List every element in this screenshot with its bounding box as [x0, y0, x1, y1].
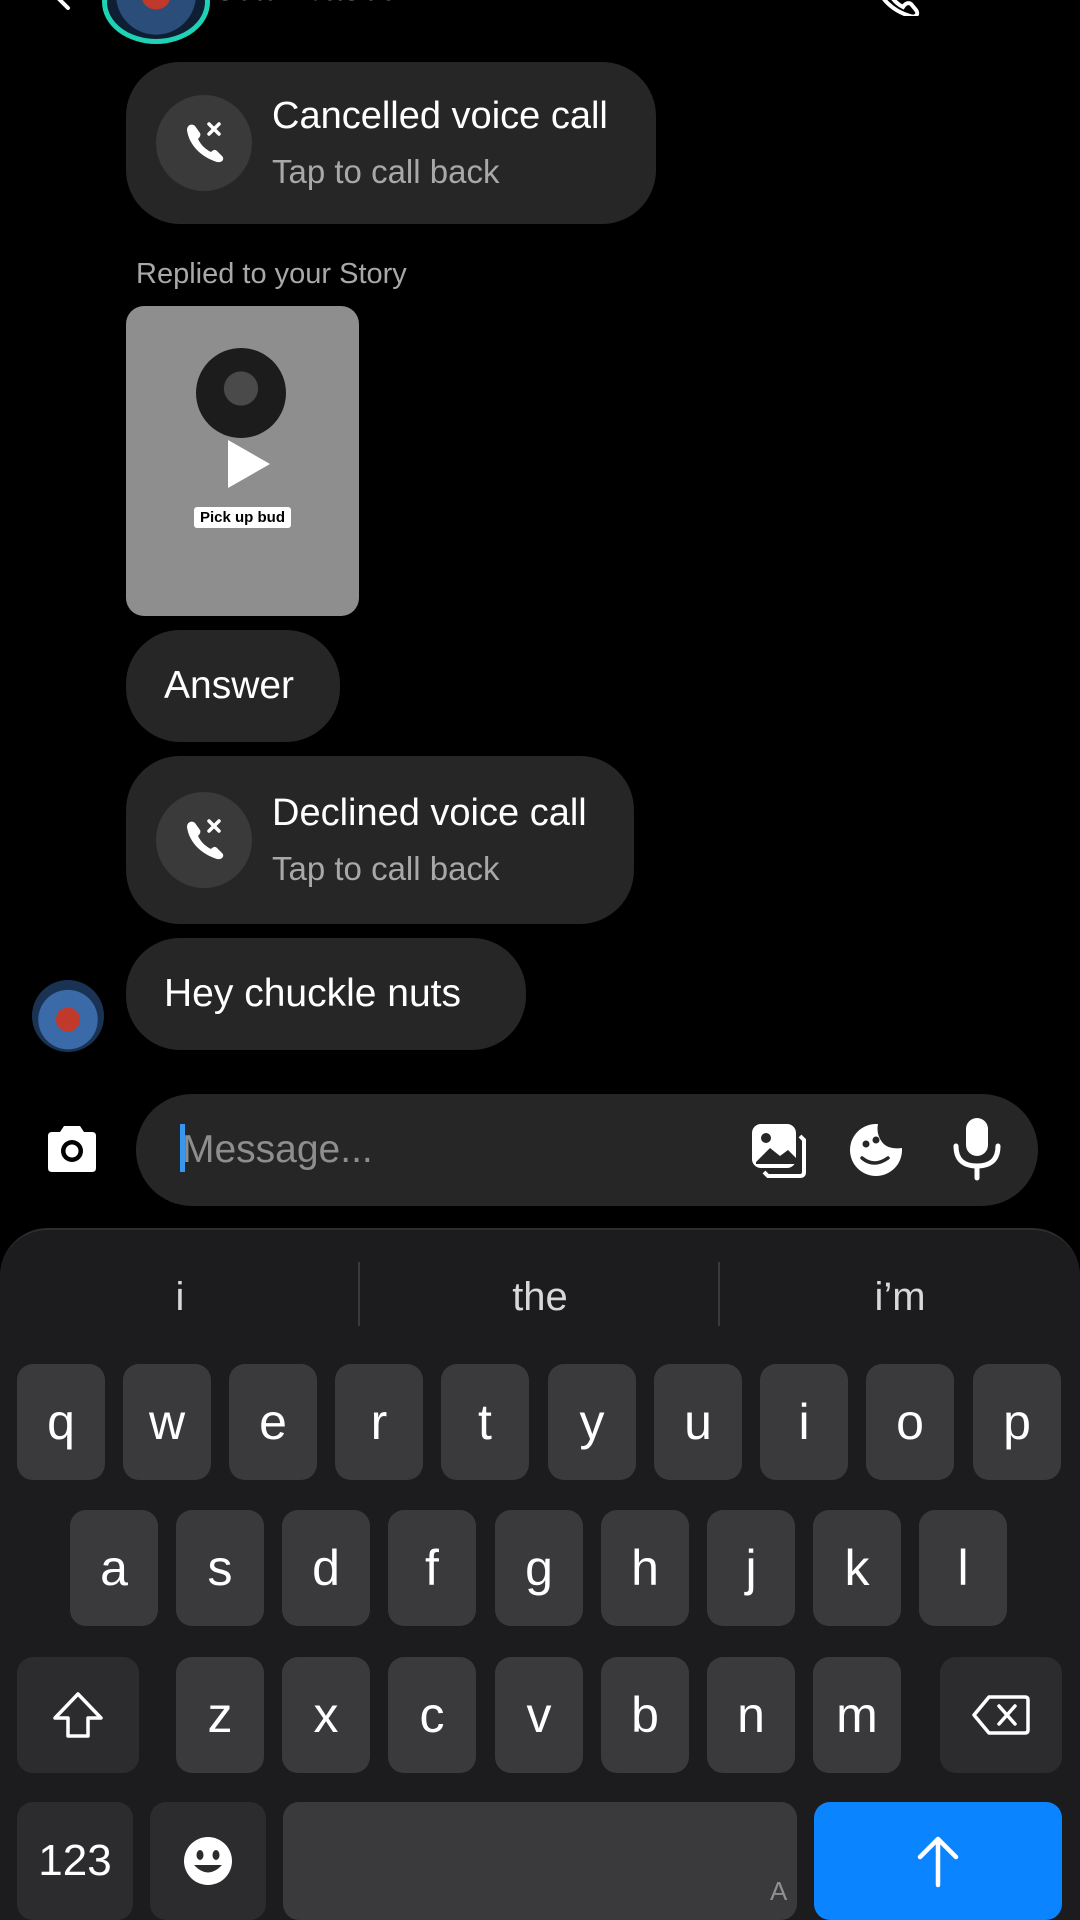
key-n[interactable]: n [707, 1657, 795, 1773]
key-l[interactable]: l [919, 1510, 1007, 1626]
story-caption: Pick up bud [194, 507, 292, 528]
back-arrow-icon[interactable] [40, 0, 80, 12]
suggestion-3[interactable]: i’m [760, 1262, 1040, 1332]
numbers-key[interactable]: 123 [17, 1802, 133, 1920]
key-q[interactable]: q [17, 1364, 105, 1480]
key-u[interactable]: u [654, 1364, 742, 1480]
emoji-icon [184, 1837, 232, 1885]
message-input[interactable] [182, 1122, 722, 1178]
key-o[interactable]: o [866, 1364, 954, 1480]
call-subtitle: Tap to call back [272, 850, 500, 887]
play-icon [228, 440, 270, 488]
cancelled-call-bubble[interactable]: Cancelled voice call Tap to call back [126, 62, 656, 224]
key-b[interactable]: b [601, 1657, 689, 1773]
message-text: Hey chuckle nuts [164, 972, 461, 1015]
missed-call-icon [156, 95, 252, 191]
story-thumbnail[interactable]: Pick up bud [126, 306, 359, 616]
backspace-key[interactable] [940, 1657, 1062, 1773]
key-h[interactable]: h [601, 1510, 689, 1626]
message-bubble-answer[interactable]: Answer [126, 630, 340, 742]
gallery-icon[interactable] [748, 1120, 808, 1180]
call-title: Declined voice call [272, 792, 587, 834]
key-x[interactable]: x [282, 1657, 370, 1773]
shift-key[interactable] [17, 1657, 139, 1773]
microphone-icon[interactable] [950, 1116, 1004, 1182]
sender-avatar[interactable] [32, 980, 104, 1052]
key-c[interactable]: c [388, 1657, 476, 1773]
key-s[interactable]: s [176, 1510, 264, 1626]
key-m[interactable]: m [813, 1657, 901, 1773]
key-a[interactable]: a [70, 1510, 158, 1626]
space-key[interactable] [283, 1802, 797, 1920]
declined-call-bubble[interactable]: Declined voice call Tap to call back [126, 756, 634, 924]
suggestion-divider [358, 1262, 360, 1326]
key-d[interactable]: d [282, 1510, 370, 1626]
suggestion-divider [718, 1262, 720, 1326]
key-f[interactable]: f [388, 1510, 476, 1626]
key-w[interactable]: w [123, 1364, 211, 1480]
suggestion-1[interactable]: i [40, 1262, 320, 1332]
arrow-up-icon [917, 1836, 959, 1888]
send-key[interactable] [814, 1802, 1062, 1920]
camera-icon[interactable] [42, 1122, 102, 1176]
story-image [196, 348, 286, 438]
key-i[interactable]: i [760, 1364, 848, 1480]
shift-icon [53, 1692, 103, 1738]
suggestion-2[interactable]: the [400, 1262, 680, 1332]
emoji-key[interactable] [150, 1802, 266, 1920]
missed-call-icon [156, 792, 252, 888]
backspace-icon [972, 1695, 1030, 1735]
call-title: Cancelled voice call [272, 95, 608, 137]
key-r[interactable]: r [335, 1364, 423, 1480]
sticker-icon[interactable] [846, 1120, 906, 1180]
header-avatar[interactable] [102, 0, 210, 44]
key-y[interactable]: y [548, 1364, 636, 1480]
key-z[interactable]: z [176, 1657, 264, 1773]
header-username[interactable]: sean.based [216, 0, 401, 9]
call-subtitle: Tap to call back [272, 153, 500, 190]
key-e[interactable]: e [229, 1364, 317, 1480]
key-v[interactable]: v [495, 1657, 583, 1773]
key-t[interactable]: t [441, 1364, 529, 1480]
key-k[interactable]: k [813, 1510, 901, 1626]
key-g[interactable]: g [495, 1510, 583, 1626]
voice-call-icon[interactable] [870, 0, 920, 16]
message-bubble-last[interactable]: Hey chuckle nuts [126, 938, 526, 1050]
key-j[interactable]: j [707, 1510, 795, 1626]
message-text: Answer [164, 664, 295, 707]
key-p[interactable]: p [973, 1364, 1061, 1480]
space-key-hint: A [770, 1876, 788, 1906]
story-reply-label: Replied to your Story [136, 258, 407, 290]
